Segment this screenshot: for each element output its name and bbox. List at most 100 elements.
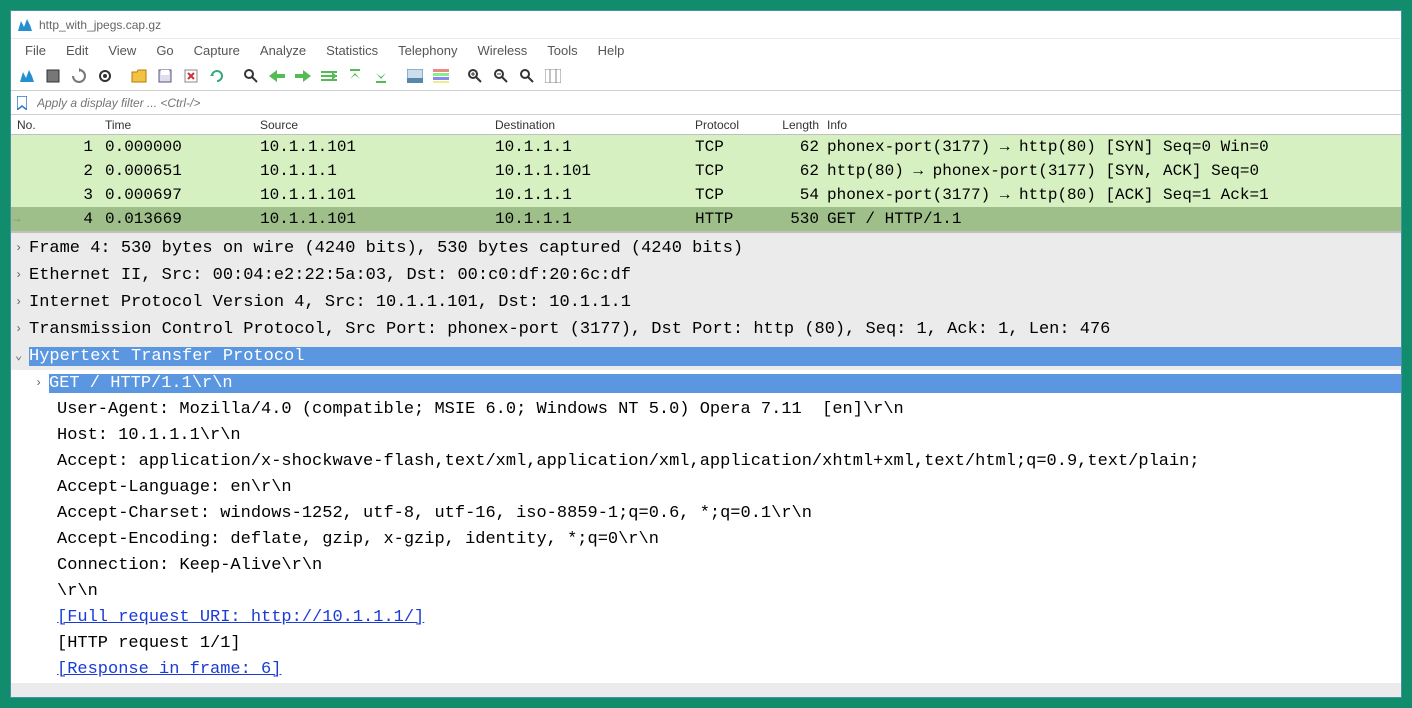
col-header-source[interactable]: Source <box>256 118 491 132</box>
go-forward-icon[interactable] <box>291 64 315 88</box>
restart-capture-icon[interactable] <box>67 64 91 88</box>
col-header-protocol[interactable]: Protocol <box>691 118 771 132</box>
app-window: http_with_jpegs.cap.gz File Edit View Go… <box>10 10 1402 698</box>
menu-tools[interactable]: Tools <box>539 41 585 60</box>
detail-http-accept-encoding[interactable]: Accept-Encoding: deflate, gzip, x-gzip, … <box>11 527 1401 553</box>
col-header-destination[interactable]: Destination <box>491 118 691 132</box>
packet-row[interactable]: 10.00000010.1.1.10110.1.1.1TCP62phonex-p… <box>11 135 1401 159</box>
display-filter-input[interactable] <box>33 94 1397 112</box>
detail-http-accept[interactable]: Accept: application/x-shockwave-flash,te… <box>11 449 1401 475</box>
related-packet-marker-icon: → <box>13 207 35 231</box>
packet-row[interactable]: 20.00065110.1.1.110.1.1.101TCP62http(80)… <box>11 159 1401 183</box>
cell-source: 10.1.1.101 <box>256 210 491 228</box>
auto-scroll-icon[interactable] <box>403 64 427 88</box>
cell-protocol: TCP <box>691 186 771 204</box>
cell-protocol: HTTP <box>691 210 771 228</box>
detail-http-accept-language[interactable]: Accept-Language: en\r\n <box>11 475 1401 501</box>
menu-edit[interactable]: Edit <box>58 41 96 60</box>
detail-http-ua[interactable]: User-Agent: Mozilla/4.0 (compatible; MSI… <box>11 397 1401 423</box>
close-file-icon[interactable] <box>179 64 203 88</box>
cell-time: 0.000651 <box>101 162 256 180</box>
find-packet-icon[interactable] <box>239 64 263 88</box>
cell-info: phonex-port(3177) → http(80) [SYN] Seq=0… <box>823 138 1401 156</box>
cell-source: 10.1.1.101 <box>256 138 491 156</box>
detail-http-connection[interactable]: Connection: Keep-Alive\r\n <box>11 553 1401 579</box>
cell-destination: 10.1.1.1 <box>491 186 691 204</box>
titlebar: http_with_jpegs.cap.gz <box>11 11 1401 39</box>
col-header-info[interactable]: Info <box>823 118 1401 132</box>
detail-http-accept-charset[interactable]: Accept-Charset: windows-1252, utf-8, utf… <box>11 501 1401 527</box>
menu-file[interactable]: File <box>17 41 54 60</box>
col-header-length[interactable]: Length <box>771 118 823 132</box>
resize-columns-icon[interactable] <box>541 64 565 88</box>
chevron-right-icon[interactable]: › <box>35 370 49 396</box>
menu-view[interactable]: View <box>100 41 144 60</box>
start-capture-icon[interactable] <box>15 64 39 88</box>
reload-file-icon[interactable] <box>205 64 229 88</box>
detail-http-full-uri[interactable]: [Full request URI: http://10.1.1.1/] <box>11 605 1401 631</box>
chevron-right-icon[interactable]: › <box>15 316 29 342</box>
cell-length: 54 <box>771 186 823 204</box>
cell-length: 62 <box>771 162 823 180</box>
menu-help[interactable]: Help <box>590 41 633 60</box>
stop-capture-icon[interactable] <box>41 64 65 88</box>
go-back-icon[interactable] <box>265 64 289 88</box>
cell-source: 10.1.1.1 <box>256 162 491 180</box>
detail-frame[interactable]: ›Frame 4: 530 bytes on wire (4240 bits),… <box>11 235 1401 262</box>
cell-destination: 10.1.1.1 <box>491 210 691 228</box>
cell-source: 10.1.1.101 <box>256 186 491 204</box>
related-packet-marker-icon <box>13 159 35 183</box>
packet-row[interactable]: 30.00069710.1.1.10110.1.1.1TCP54phonex-p… <box>11 183 1401 207</box>
related-packet-marker-icon <box>13 183 35 207</box>
related-packet-marker-icon <box>13 135 35 159</box>
menu-go[interactable]: Go <box>148 41 181 60</box>
menu-telephony[interactable]: Telephony <box>390 41 465 60</box>
zoom-reset-icon[interactable] <box>515 64 539 88</box>
detail-ip[interactable]: ›Internet Protocol Version 4, Src: 10.1.… <box>11 289 1401 316</box>
packet-row[interactable]: →40.01366910.1.1.10110.1.1.1HTTP530GET /… <box>11 207 1401 231</box>
detail-tcp[interactable]: ›Transmission Control Protocol, Src Port… <box>11 316 1401 343</box>
detail-ethernet[interactable]: ›Ethernet II, Src: 00:04:e2:22:5a:03, Ds… <box>11 262 1401 289</box>
cell-destination: 10.1.1.1 <box>491 138 691 156</box>
chevron-down-icon[interactable]: ⌄ <box>15 343 29 369</box>
cell-destination: 10.1.1.101 <box>491 162 691 180</box>
open-file-icon[interactable] <box>127 64 151 88</box>
menubar: File Edit View Go Capture Analyze Statis… <box>11 39 1401 61</box>
detail-http-response-frame[interactable]: [Response in frame: 6] <box>11 657 1401 683</box>
col-header-no[interactable]: No. <box>11 118 101 132</box>
menu-statistics[interactable]: Statistics <box>318 41 386 60</box>
detail-http-host[interactable]: Host: 10.1.1.1\r\n <box>11 423 1401 449</box>
cell-length: 530 <box>771 210 823 228</box>
filter-bar <box>11 91 1401 115</box>
zoom-out-icon[interactable] <box>489 64 513 88</box>
go-to-packet-icon[interactable] <box>317 64 341 88</box>
cell-time: 0.000000 <box>101 138 256 156</box>
packet-list-header: No. Time Source Destination Protocol Len… <box>11 115 1401 135</box>
colorize-icon[interactable] <box>429 64 453 88</box>
col-header-time[interactable]: Time <box>101 118 256 132</box>
menu-analyze[interactable]: Analyze <box>252 41 314 60</box>
cell-info: GET / HTTP/1.1 <box>823 210 1401 228</box>
detail-http-get[interactable]: ›GET / HTTP/1.1\r\n <box>11 370 1401 397</box>
chevron-right-icon[interactable]: › <box>15 289 29 315</box>
menu-wireless[interactable]: Wireless <box>469 41 535 60</box>
cell-info: http(80) → phonex-port(3177) [SYN, ACK] … <box>823 162 1401 180</box>
save-file-icon[interactable] <box>153 64 177 88</box>
chevron-right-icon[interactable]: › <box>15 235 29 261</box>
packet-list-pane: No. Time Source Destination Protocol Len… <box>11 115 1401 233</box>
go-first-icon[interactable] <box>343 64 367 88</box>
zoom-in-icon[interactable] <box>463 64 487 88</box>
cell-protocol: TCP <box>691 138 771 156</box>
detail-http[interactable]: ⌄Hypertext Transfer Protocol <box>11 343 1401 370</box>
bookmark-icon[interactable] <box>15 95 29 111</box>
cell-protocol: TCP <box>691 162 771 180</box>
menu-capture[interactable]: Capture <box>186 41 248 60</box>
toolbar <box>11 61 1401 91</box>
detail-http-crlf[interactable]: \r\n <box>11 579 1401 605</box>
chevron-right-icon[interactable]: › <box>15 262 29 288</box>
detail-http-request-count[interactable]: [HTTP request 1/1] <box>11 631 1401 657</box>
window-title: http_with_jpegs.cap.gz <box>39 18 161 32</box>
capture-options-icon[interactable] <box>93 64 117 88</box>
go-last-icon[interactable] <box>369 64 393 88</box>
cell-time: 0.000697 <box>101 186 256 204</box>
